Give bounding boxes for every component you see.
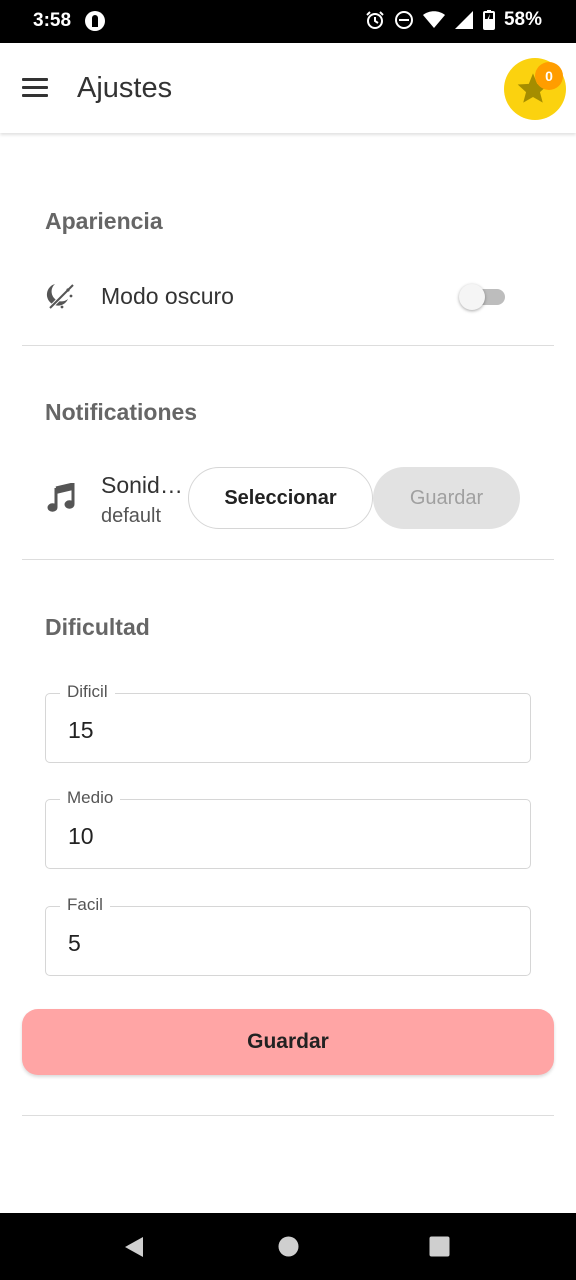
field-label: Medio bbox=[60, 788, 121, 808]
difficulty-medium-field[interactable]: Medio 10 bbox=[45, 788, 531, 869]
system-nav-bar bbox=[0, 1213, 576, 1280]
field-label: Dificil bbox=[60, 682, 115, 702]
status-icons: 58% bbox=[365, 9, 542, 31]
music-note-icon bbox=[47, 483, 75, 512]
field-value: 10 bbox=[68, 823, 94, 849]
page-title: Ajustes bbox=[77, 72, 173, 104]
app-bar: Ajustes 0 bbox=[0, 43, 576, 133]
theme-light-dark-icon bbox=[46, 283, 75, 310]
do-not-disturb-icon bbox=[394, 11, 413, 29]
section-title-notifications: Notificationes bbox=[45, 399, 198, 425]
status-bar: 3:58 58% bbox=[0, 0, 576, 43]
save-sound-button[interactable]: Guardar bbox=[373, 467, 520, 529]
battery-charging-icon bbox=[482, 10, 495, 30]
field-value: 5 bbox=[68, 930, 81, 956]
difficulty-easy-field[interactable]: Facil 5 bbox=[45, 895, 531, 976]
app-notification-icon bbox=[85, 11, 105, 31]
divider bbox=[22, 559, 554, 560]
divider bbox=[22, 345, 554, 346]
section-title-difficulty: Dificultad bbox=[45, 614, 150, 640]
recents-icon[interactable] bbox=[429, 1236, 450, 1257]
status-time: 3:58 bbox=[33, 10, 72, 31]
battery-percentage: 58% bbox=[503, 9, 542, 30]
toggle-thumb bbox=[459, 284, 485, 310]
select-sound-button[interactable]: Seleccionar bbox=[188, 467, 373, 529]
back-icon[interactable] bbox=[123, 1236, 145, 1258]
menu-icon[interactable] bbox=[22, 78, 48, 98]
star-button[interactable]: 0 bbox=[504, 58, 566, 120]
field-value: 15 bbox=[68, 717, 94, 743]
save-difficulty-button[interactable]: Guardar bbox=[22, 1009, 554, 1075]
alarm-icon bbox=[366, 11, 384, 29]
section-title-appearance: Apariencia bbox=[45, 208, 163, 234]
field-label: Facil bbox=[60, 895, 110, 915]
difficulty-hard-field[interactable]: Dificil 15 bbox=[45, 682, 531, 763]
signal-icon bbox=[454, 11, 473, 29]
star-count-badge: 0 bbox=[535, 62, 563, 90]
sound-title: Sonid… bbox=[101, 472, 183, 498]
home-icon[interactable] bbox=[278, 1236, 299, 1257]
divider bbox=[22, 1115, 554, 1116]
dark-mode-toggle[interactable] bbox=[459, 284, 507, 310]
sound-value: default bbox=[101, 505, 162, 527]
wifi-icon bbox=[422, 11, 445, 28]
dark-mode-label: Modo oscuro bbox=[101, 283, 234, 309]
